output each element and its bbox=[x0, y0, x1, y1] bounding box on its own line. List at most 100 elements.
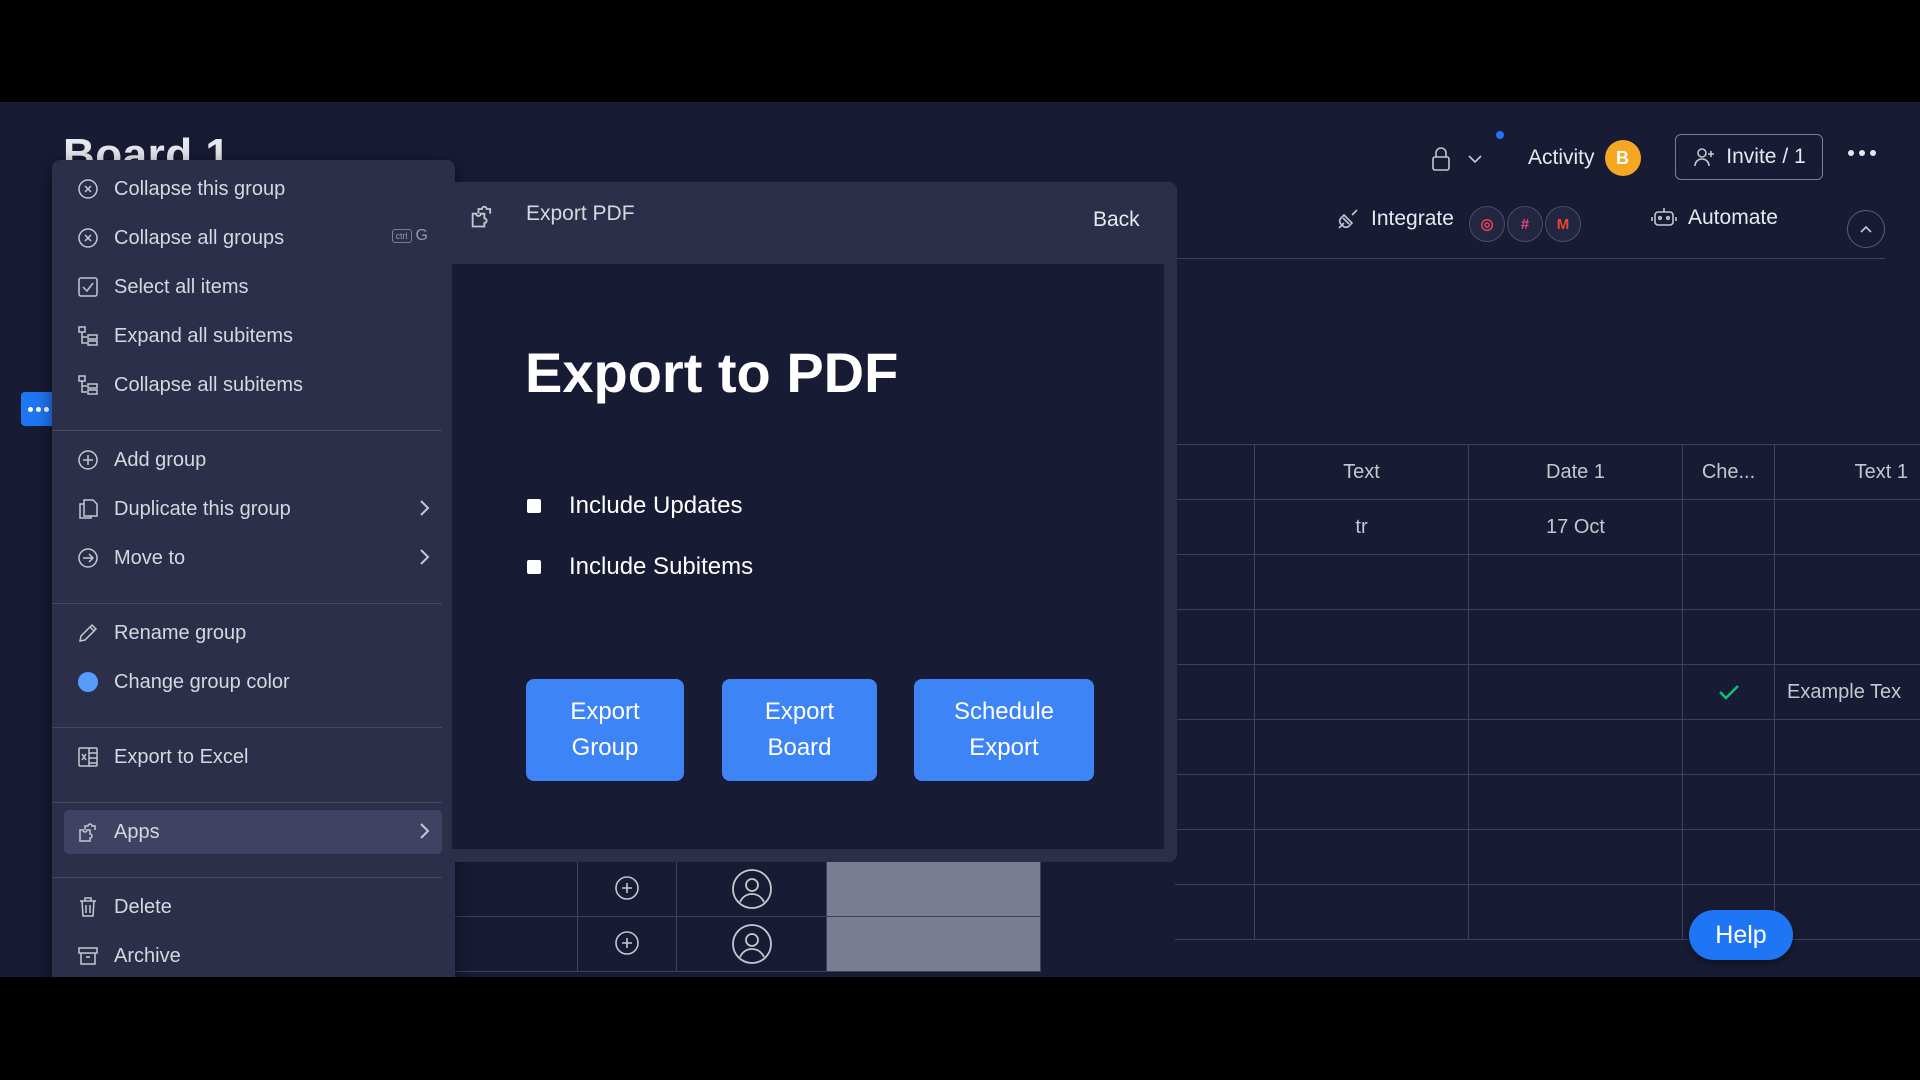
lock-icon[interactable] bbox=[1430, 146, 1452, 172]
schedule-export-button[interactable]: Schedule Export bbox=[914, 679, 1094, 781]
check-cell[interactable] bbox=[1682, 665, 1774, 720]
menu-divider bbox=[52, 877, 442, 878]
menu-item-rename-group[interactable]: Rename group bbox=[64, 611, 442, 655]
table-header-row: Text Date 1 Che... Text 1 bbox=[1175, 445, 1920, 500]
menu-item-expand-all-subitems[interactable]: Expand all subitems bbox=[64, 314, 442, 358]
text-cell[interactable] bbox=[1254, 665, 1468, 720]
status-cell[interactable] bbox=[826, 862, 1040, 917]
text1-cell[interactable] bbox=[1774, 500, 1920, 555]
export-board-button[interactable]: Export Board bbox=[722, 679, 877, 781]
menu-item-collapse-this-group[interactable]: Collapse this group bbox=[64, 167, 442, 211]
checkbox[interactable] bbox=[527, 560, 541, 574]
menu-item-collapse-all-subitems[interactable]: Collapse all subitems bbox=[64, 363, 442, 407]
date-cell[interactable] bbox=[1468, 555, 1682, 610]
check-cell[interactable] bbox=[1682, 720, 1774, 775]
status-cell[interactable] bbox=[826, 917, 1040, 972]
invite-button[interactable]: Invite / 1 bbox=[1675, 134, 1823, 180]
activity-label: Activity bbox=[1528, 146, 1595, 169]
date-cell[interactable] bbox=[1468, 775, 1682, 830]
more-options-icon[interactable] bbox=[1848, 150, 1876, 156]
person-icon bbox=[731, 924, 772, 964]
check-cell[interactable] bbox=[1682, 830, 1774, 885]
person-cell[interactable] bbox=[676, 917, 826, 972]
move-icon bbox=[76, 546, 100, 570]
include-subitems-checkbox[interactable]: Include Subitems bbox=[527, 553, 753, 581]
menu-item-delete[interactable]: Delete bbox=[64, 885, 442, 929]
text-cell[interactable] bbox=[1254, 885, 1468, 940]
text-cell[interactable] bbox=[1254, 720, 1468, 775]
text1-cell[interactable] bbox=[1774, 885, 1920, 940]
checkbox[interactable] bbox=[527, 499, 541, 513]
menu-item-export-to-excel[interactable]: Export to Excel bbox=[64, 735, 442, 779]
column-header-date[interactable]: Date 1 bbox=[1468, 445, 1682, 500]
robot-icon bbox=[1650, 206, 1678, 230]
menu-divider bbox=[52, 802, 442, 803]
table-cell[interactable] bbox=[1175, 665, 1254, 720]
date-cell[interactable] bbox=[1468, 720, 1682, 775]
back-button[interactable]: Back bbox=[1093, 208, 1140, 232]
check-cell[interactable] bbox=[1682, 500, 1774, 555]
table-cell[interactable] bbox=[1175, 500, 1254, 555]
menu-divider bbox=[52, 430, 442, 431]
table-row: Example Tex bbox=[1175, 665, 1920, 720]
integrate-icon bbox=[1335, 206, 1361, 232]
menu-item-label: Add group bbox=[114, 448, 207, 471]
help-button[interactable]: Help bbox=[1689, 910, 1793, 960]
checkmark-icon bbox=[1718, 685, 1739, 700]
text-cell[interactable] bbox=[1254, 610, 1468, 665]
menu-item-label: Select all items bbox=[114, 275, 249, 298]
table-cell[interactable] bbox=[1175, 775, 1254, 830]
text1-cell[interactable] bbox=[1774, 830, 1920, 885]
text1-cell[interactable] bbox=[1774, 610, 1920, 665]
integrate-button[interactable]: Integrate bbox=[1335, 206, 1454, 232]
add-update-icon bbox=[615, 876, 639, 900]
include-updates-checkbox[interactable]: Include Updates bbox=[527, 492, 742, 520]
menu-item-select-all-items[interactable]: Select all items bbox=[64, 265, 442, 309]
menu-divider bbox=[52, 727, 442, 728]
table-cell[interactable] bbox=[1175, 610, 1254, 665]
check-cell[interactable] bbox=[1682, 775, 1774, 830]
date-cell[interactable] bbox=[1468, 885, 1682, 940]
date-cell[interactable] bbox=[1468, 665, 1682, 720]
menu-item-apps[interactable]: Apps bbox=[64, 810, 442, 854]
column-header-check[interactable]: Che... bbox=[1682, 445, 1774, 500]
date-cell[interactable] bbox=[1468, 830, 1682, 885]
text-cell[interactable] bbox=[1254, 555, 1468, 610]
date-cell[interactable]: 17 Oct bbox=[1468, 500, 1682, 555]
collapse-header-button[interactable] bbox=[1847, 210, 1885, 248]
export-group-button[interactable]: Export Group bbox=[526, 679, 684, 781]
column-header-text1[interactable]: Text 1 bbox=[1774, 445, 1920, 500]
column-header-text[interactable]: Text bbox=[1254, 445, 1468, 500]
text-cell[interactable]: tr bbox=[1254, 500, 1468, 555]
menu-item-change-group-color[interactable]: Change group color bbox=[64, 660, 442, 704]
menu-item-duplicate-group[interactable]: Duplicate this group bbox=[64, 487, 442, 531]
text-cell[interactable] bbox=[1254, 775, 1468, 830]
date-cell[interactable] bbox=[1468, 610, 1682, 665]
menu-item-label: Expand all subitems bbox=[114, 324, 293, 347]
menu-item-archive[interactable]: Archive bbox=[64, 934, 442, 977]
check-cell[interactable] bbox=[1682, 555, 1774, 610]
table-cell[interactable] bbox=[1175, 555, 1254, 610]
integration-app-icon: ◎ bbox=[1469, 206, 1505, 242]
menu-item-add-group[interactable]: Add group bbox=[64, 438, 442, 482]
menu-item-collapse-all-groups[interactable]: Collapse all groups ctrl G bbox=[64, 216, 442, 260]
text1-cell[interactable] bbox=[1774, 720, 1920, 775]
text1-cell[interactable] bbox=[1774, 775, 1920, 830]
apps-icon bbox=[76, 820, 100, 844]
add-update-cell[interactable] bbox=[577, 917, 676, 972]
chevron-down-icon[interactable] bbox=[1467, 154, 1483, 164]
menu-item-move-to[interactable]: Move to bbox=[64, 536, 442, 580]
text1-cell[interactable] bbox=[1774, 555, 1920, 610]
activity-button[interactable]: Activity B bbox=[1528, 140, 1641, 176]
keyboard-shortcut: ctrl G bbox=[391, 227, 428, 245]
menu-item-label: Archive bbox=[114, 944, 181, 967]
group-options-button[interactable] bbox=[21, 392, 55, 426]
check-cell[interactable] bbox=[1682, 610, 1774, 665]
add-update-cell[interactable] bbox=[577, 862, 676, 917]
add-icon bbox=[76, 448, 100, 472]
automate-button[interactable]: Automate bbox=[1650, 206, 1778, 230]
table-cell[interactable] bbox=[1175, 720, 1254, 775]
text-cell[interactable] bbox=[1254, 830, 1468, 885]
person-cell[interactable] bbox=[676, 862, 826, 917]
text1-cell[interactable]: Example Tex bbox=[1774, 665, 1920, 720]
